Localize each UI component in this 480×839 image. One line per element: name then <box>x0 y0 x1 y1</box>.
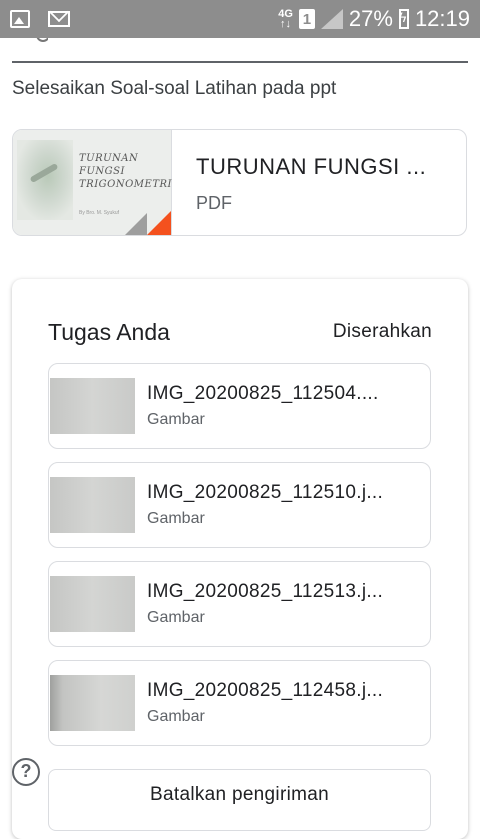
file-type: Gambar <box>147 609 205 626</box>
battery-percent: 27% <box>348 6 393 31</box>
file-thumbnail <box>50 477 135 533</box>
file-name: IMG_20200825_112513.j... <box>147 581 384 602</box>
clock: 12:19 <box>414 6 470 31</box>
status-bar: 4G↑↓ 1 27% 12:19 <box>0 0 480 38</box>
unsubmit-button[interactable]: Batalkan pengiriman <box>48 769 431 831</box>
attachment-type: PDF <box>196 193 232 213</box>
file-type: Gambar <box>147 708 205 725</box>
battery-icon <box>398 9 409 29</box>
pdf-badge-icon <box>147 211 171 235</box>
your-work-card: Tugas Anda Diserahkan IMG_20200825_11250… <box>12 279 468 839</box>
network-indicator: 4G ↑↓ <box>278 8 293 30</box>
attachment-card[interactable]: TURUNAN FUNGSI TRIGONOMETRI By Bro. M. S… <box>12 129 467 236</box>
divider <box>12 61 468 63</box>
file-name: IMG_20200825_112504.... <box>147 383 379 404</box>
mail-icon <box>48 11 70 27</box>
submitted-file[interactable]: IMG_20200825_112458.j... Gambar <box>48 660 431 746</box>
your-work-heading: Tugas Anda <box>48 319 170 345</box>
bird-image <box>17 140 73 220</box>
file-name: IMG_20200825_112510.j... <box>147 482 384 503</box>
file-thumbnail <box>50 675 135 731</box>
submission-status: Diserahkan <box>332 321 432 342</box>
file-name: IMG_20200825_112458.j... <box>147 680 384 701</box>
search-icon <box>14 38 48 44</box>
thumbnail-title: TURUNAN FUNGSI TRIGONOMETRI <box>79 153 172 190</box>
submitted-file[interactable]: IMG_20200825_112510.j... Gambar <box>48 462 431 548</box>
attachment-thumbnail: TURUNAN FUNGSI TRIGONOMETRI By Bro. M. S… <box>13 130 172 235</box>
file-type: Gambar <box>147 510 205 527</box>
image-icon <box>10 10 30 28</box>
assignment-instruction: Selesaikan Soal-soal Latihan pada ppt <box>12 78 337 99</box>
submitted-file[interactable]: IMG_20200825_112504.... Gambar <box>48 363 431 449</box>
file-type: Gambar <box>147 411 205 428</box>
file-thumbnail <box>50 576 135 632</box>
help-icon[interactable]: ? <box>12 758 40 786</box>
file-thumbnail <box>50 378 135 434</box>
submitted-file[interactable]: IMG_20200825_112513.j... Gambar <box>48 561 431 647</box>
sim-icon: 1 <box>298 9 315 29</box>
signal-icon <box>320 9 343 29</box>
thumbnail-author: By Bro. M. Syukuf <box>79 210 120 216</box>
page-curl <box>125 213 147 235</box>
attachment-title: TURUNAN FUNGSI ... <box>196 154 427 179</box>
